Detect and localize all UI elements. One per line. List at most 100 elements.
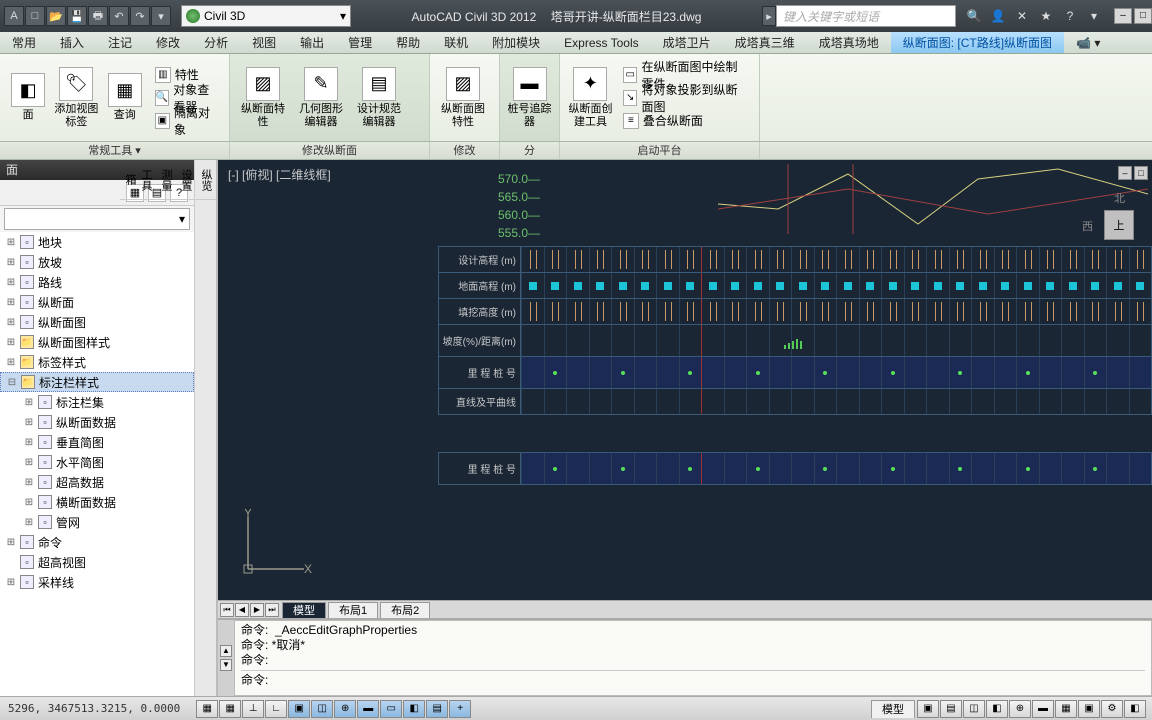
ribbon-tab[interactable]: 联机	[432, 32, 480, 53]
status-toggle[interactable]: ⊕	[334, 700, 356, 718]
layout-tab[interactable]: 布局2	[380, 602, 430, 618]
status-toggle[interactable]: ▬	[357, 700, 379, 718]
tree-expand-icon[interactable]: ⊞	[6, 537, 16, 548]
ribbon-tab[interactable]: 注记	[96, 32, 144, 53]
tree-expand-icon[interactable]: ⊞	[24, 457, 34, 468]
ribbon-button[interactable]: ▨纵断面图特性	[436, 67, 490, 129]
status-right-button[interactable]: ◫	[963, 700, 985, 718]
help-icon[interactable]: ?	[1060, 6, 1080, 26]
record-icon[interactable]: 📹 ▾	[1064, 32, 1112, 53]
tree-expand-icon[interactable]: ⊞	[24, 517, 34, 528]
ribbon-tab[interactable]: 成塔卫片	[651, 32, 723, 53]
workspace-combo[interactable]: Civil 3D ▾	[181, 5, 351, 27]
search-input[interactable]: 键入关键字或短语	[776, 5, 956, 27]
status-right-button[interactable]: ▤	[940, 700, 962, 718]
ribbon-button[interactable]: ✎几何图形编辑器	[294, 67, 348, 129]
ribbon-panel-title[interactable]: 常规工具 ▾	[0, 142, 230, 159]
layout-first-button[interactable]: ⏮	[220, 603, 234, 617]
toolspace-tree[interactable]: ⊞▫地块⊞▫放坡⊞▫路线⊞▫纵断面⊞▫纵断面图⊞📁纵断面图样式⊞📁标签样式⊟📁标…	[0, 232, 194, 696]
tree-expand-icon[interactable]: ⊞	[24, 437, 34, 448]
tree-expand-icon[interactable]: ⊞	[24, 417, 34, 428]
ribbon-tab[interactable]: 附加模块	[480, 32, 552, 53]
status-toggle[interactable]: ▦	[196, 700, 218, 718]
save-icon[interactable]: 💾	[67, 6, 87, 26]
star-icon[interactable]: ★	[1036, 6, 1056, 26]
command-history-up-icon[interactable]: ▲	[220, 645, 232, 657]
tree-item[interactable]: ⊞▫采样线	[0, 572, 194, 592]
ribbon-tab[interactable]: 成塔真场地	[807, 32, 891, 53]
tree-expand-icon[interactable]: ⊞	[24, 497, 34, 508]
toolspace-side-tab[interactable]: 测量	[156, 160, 176, 200]
tree-expand-icon[interactable]: ⊞	[6, 257, 16, 268]
tree-item[interactable]: ⊟📁标注栏样式	[0, 372, 194, 392]
viewport-label[interactable]: [-] [俯视] [二维线框]	[228, 166, 331, 183]
ribbon-tab[interactable]: 分析	[192, 32, 240, 53]
ribbon-panel-title[interactable]: 修改纵断面	[230, 142, 430, 159]
qat-dropdown-icon[interactable]: ▾	[151, 6, 171, 26]
toolspace-filter-combo[interactable]: ▾	[4, 208, 190, 230]
status-toggle[interactable]: ⊥	[242, 700, 264, 718]
status-right-button[interactable]: ▣	[1078, 700, 1100, 718]
tree-item[interactable]: ⊞▫纵断面	[0, 292, 194, 312]
ribbon-tab[interactable]: 常用	[0, 32, 48, 53]
layout-last-button[interactable]: ⏭	[265, 603, 279, 617]
minimize-button[interactable]: –	[1114, 8, 1132, 24]
new-icon[interactable]: □	[25, 6, 45, 26]
tree-expand-icon[interactable]: ⊞	[6, 277, 16, 288]
tree-expand-icon[interactable]: ⊞	[6, 237, 16, 248]
undo-icon[interactable]: ↶	[109, 6, 129, 26]
tree-item[interactable]: ⊞📁标签样式	[0, 352, 194, 372]
tree-item[interactable]: ⊞▫横断面数据	[0, 492, 194, 512]
tree-expand-icon[interactable]: ⊞	[24, 397, 34, 408]
ribbon-panel-title[interactable]: 修改视图	[430, 142, 500, 159]
tree-expand-icon[interactable]: ⊟	[7, 377, 17, 388]
tree-item[interactable]: ⊞▫垂直简图	[0, 432, 194, 452]
toolspace-side-tab[interactable]: 工具箱	[120, 160, 156, 200]
redo-icon[interactable]: ↷	[130, 6, 150, 26]
ribbon-item[interactable]: ≡叠合纵断面	[619, 110, 753, 132]
ribbon-button[interactable]: ▦查询	[103, 73, 147, 122]
layout-tab[interactable]: 布局1	[328, 602, 378, 618]
tree-item[interactable]: ⊞▫管网	[0, 512, 194, 532]
exchange-icon[interactable]: ✕	[1012, 6, 1032, 26]
toolspace-side-tab[interactable]: 纵览	[196, 160, 216, 200]
viewcube-face[interactable]: 上	[1104, 210, 1134, 240]
status-toggle[interactable]: ▭	[380, 700, 402, 718]
tree-item[interactable]: ⊞▫放坡	[0, 252, 194, 272]
status-right-button[interactable]: ⚙	[1101, 700, 1123, 718]
tree-expand-icon[interactable]: ⊞	[6, 317, 16, 328]
ribbon-panel-title[interactable]: 启动平台	[560, 142, 760, 159]
layout-prev-button[interactable]: ◀	[235, 603, 249, 617]
layout-tab[interactable]: 模型	[282, 602, 326, 618]
command-input[interactable]: 命令:	[241, 670, 1145, 688]
status-right-button[interactable]: ▦	[1055, 700, 1077, 718]
ribbon-button[interactable]: ▨纵断面特性	[236, 67, 290, 129]
ribbon-tab[interactable]: 输出	[288, 32, 336, 53]
tree-item[interactable]: ⊞▫标注栏集	[0, 392, 194, 412]
tree-item[interactable]: ⊞▫命令	[0, 532, 194, 552]
ribbon-tab[interactable]: 成塔真三维	[723, 32, 807, 53]
ribbon-tab[interactable]: 插入	[48, 32, 96, 53]
status-toggle[interactable]: ▣	[288, 700, 310, 718]
status-right-button[interactable]: ⊕	[1009, 700, 1031, 718]
ribbon-tab[interactable]: 管理	[336, 32, 384, 53]
ribbon-item[interactable]: ▣隔离对象	[151, 110, 223, 132]
tree-expand-icon[interactable]: ⊞	[6, 357, 16, 368]
status-toggle[interactable]: ▤	[426, 700, 448, 718]
model-viewport[interactable]: [-] [俯视] [二维线框] – □ 570.0—565.0—560.0—55…	[218, 160, 1152, 600]
open-icon[interactable]: 📂	[46, 6, 66, 26]
tree-item[interactable]: ⊞▫超高数据	[0, 472, 194, 492]
toolspace-side-tab[interactable]: 设置	[176, 160, 196, 200]
status-toggle[interactable]: ◧	[403, 700, 425, 718]
key-icon[interactable]: 👤	[988, 6, 1008, 26]
command-history-down-icon[interactable]: ▼	[220, 659, 232, 671]
ribbon-tab[interactable]: 纵断面图: [CT路线]纵断面图	[891, 32, 1064, 53]
infocenter-arrow[interactable]: ▸	[762, 6, 776, 26]
ribbon-button[interactable]: ▤设计规范编辑器	[352, 67, 406, 129]
ribbon-tab[interactable]: 视图	[240, 32, 288, 53]
status-toggle[interactable]: ∟	[265, 700, 287, 718]
ribbon-button[interactable]: ▬桩号追踪器	[506, 67, 553, 129]
tree-expand-icon[interactable]: ⊞	[6, 577, 16, 588]
print-icon[interactable]: 🖶	[88, 6, 108, 26]
tree-expand-icon[interactable]: ⊞	[6, 297, 16, 308]
